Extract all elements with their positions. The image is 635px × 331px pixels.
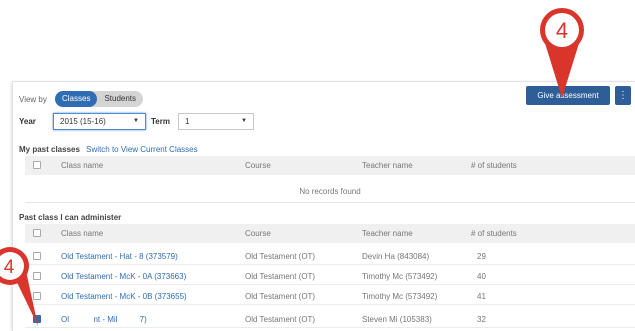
column-student-count: # of students xyxy=(471,161,517,170)
table-row[interactable]: Ol nt - Mil 7) Old Testament (OT) Steven… xyxy=(25,311,635,328)
year-label: Year xyxy=(19,117,36,126)
teacher-cell: Steven Mi (105383) xyxy=(362,315,432,324)
column-course: Course xyxy=(245,229,271,238)
admin-classes-title-text: Past class I can administer xyxy=(19,213,122,222)
column-teacher-name: Teacher name xyxy=(362,229,413,238)
view-by-toggle: Classes Students xyxy=(55,91,144,107)
past-classes-header: Class name Course Teacher name # of stud… xyxy=(25,156,635,175)
past-classes-title: My past classes Switch to View Current C… xyxy=(19,145,198,154)
student-count-cell: 41 xyxy=(477,292,486,301)
column-course: Course xyxy=(245,161,271,170)
more-options-button[interactable]: ⋮ xyxy=(615,86,631,105)
student-count-cell: 29 xyxy=(477,252,486,261)
student-count-cell: 32 xyxy=(477,315,486,324)
course-cell: Old Testament (OT) xyxy=(245,315,316,324)
view-by-classes-option[interactable]: Classes xyxy=(55,91,98,107)
column-class-name: Class name xyxy=(61,161,104,170)
callout-marker-icon: 4 xyxy=(0,247,38,326)
teacher-cell: Timothy Mc (573492) xyxy=(362,292,438,301)
column-student-count: # of students xyxy=(471,229,517,238)
switch-current-classes-link[interactable]: Switch to View Current Classes xyxy=(86,145,197,154)
empty-records-message: No records found xyxy=(25,181,635,203)
view-by-students-option[interactable]: Students xyxy=(97,91,143,107)
course-cell: Old Testament (OT) xyxy=(245,292,316,301)
table-row[interactable]: Old Testament - McK - 0A (373663) Old Te… xyxy=(25,268,635,285)
table-row[interactable]: Old Testament - Hat - 8 (373579) Old Tes… xyxy=(25,248,635,265)
year-select[interactable]: 2015 (15-16) ▼ xyxy=(53,113,146,130)
admin-classes-header: Class name Course Teacher name # of stud… xyxy=(25,224,635,243)
term-select[interactable]: 1 ▼ xyxy=(178,113,254,130)
teacher-cell: Devin Ha (843084) xyxy=(362,252,430,261)
term-label: Term xyxy=(151,117,170,126)
select-all-checkbox[interactable] xyxy=(33,161,41,169)
callout-marker-icon: 4 xyxy=(540,8,584,98)
column-teacher-name: Teacher name xyxy=(362,161,413,170)
column-class-name: Class name xyxy=(61,229,104,238)
class-name-link[interactable]: Old Testament - McK - 0B (373655) xyxy=(61,292,187,301)
class-name-link[interactable]: Old Testament - Hat - 8 (373579) xyxy=(61,252,178,261)
callout-number: 4 xyxy=(556,18,568,43)
course-cell: Old Testament (OT) xyxy=(245,252,316,261)
table-row[interactable]: Old Testament - McK - 0B (373655) Old Te… xyxy=(25,288,635,305)
past-classes-title-text: My past classes xyxy=(19,145,80,154)
view-by-label: View by xyxy=(19,95,47,104)
student-count-cell: 40 xyxy=(477,272,486,281)
callout-number: 4 xyxy=(4,257,15,278)
class-name-link[interactable]: Old Testament - McK - 0A (373663) xyxy=(61,272,186,281)
year-select-value: 2015 (15-16) xyxy=(60,117,106,126)
caret-down-icon: ▼ xyxy=(241,118,247,124)
classes-panel: View by Classes Students Year 2015 (15-1… xyxy=(12,81,635,331)
class-name-link[interactable]: Ol nt - Mil 7) xyxy=(61,315,147,324)
admin-classes-title: Past class I can administer xyxy=(19,213,121,222)
teacher-cell: Timothy Mc (573492) xyxy=(362,272,438,281)
select-all-checkbox[interactable] xyxy=(33,229,41,237)
course-cell: Old Testament (OT) xyxy=(245,272,316,281)
caret-down-icon: ▼ xyxy=(133,118,139,124)
term-select-value: 1 xyxy=(185,117,190,126)
